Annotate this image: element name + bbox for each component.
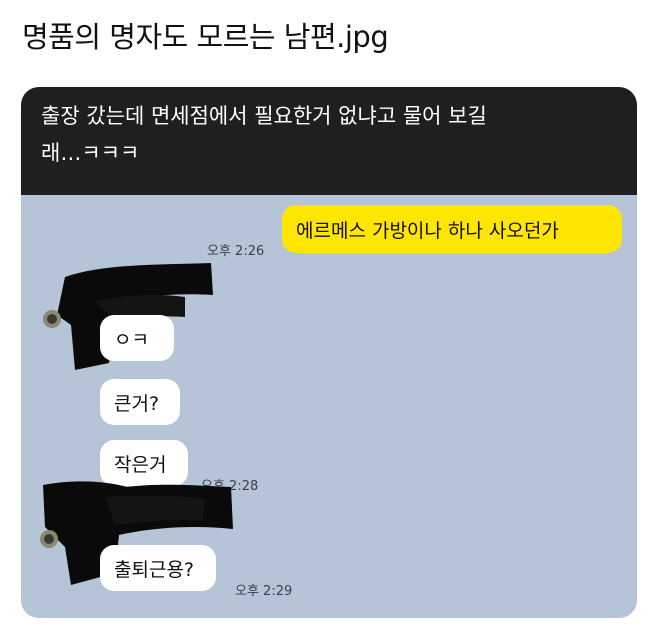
incoming-message-text: 큰거? (114, 392, 160, 415)
caption-line-2: 래…ㅋㅋㅋ (41, 141, 140, 165)
incoming-message-text: 출퇴근용? (114, 558, 195, 581)
incoming-message-bubble: ㅇㅋ (100, 315, 174, 361)
incoming-message-text: 작은거 (114, 453, 167, 476)
incoming-message-text: ㅇㅋ (114, 328, 149, 351)
caption-banner: 출장 갔는데 면세점에서 필요한거 없냐고 물어 보길 래…ㅋㅋㅋ (21, 87, 637, 195)
message-timestamp: 오후 2:29 (235, 584, 293, 599)
chat-area: 에르메스 가방이나 하나 사오던가 오후 2:26 ㅇㅋ 큰거? 작은거 오후 … (21, 195, 637, 618)
incoming-message-bubble: 큰거? (100, 379, 180, 425)
incoming-message-bubble: 출퇴근용? (100, 545, 216, 591)
outgoing-message-bubble: 에르메스 가방이나 하나 사오던가 (282, 205, 622, 253)
outgoing-message-text: 에르메스 가방이나 하나 사오던가 (296, 219, 559, 242)
caption-line-1: 출장 갔는데 면세점에서 필요한거 없냐고 물어 보길 (41, 104, 487, 128)
screenshot-post: 명품의 명자도 모르는 남편.jpg 출장 갔는데 면세점에서 필요한거 없냐고… (0, 0, 658, 644)
chat-screenshot-card: 출장 갔는데 면세점에서 필요한거 없냐고 물어 보길 래…ㅋㅋㅋ 에르메스 가… (21, 87, 637, 618)
message-timestamp: 오후 2:26 (207, 244, 265, 259)
post-title: 명품의 명자도 모르는 남편.jpg (22, 20, 389, 54)
